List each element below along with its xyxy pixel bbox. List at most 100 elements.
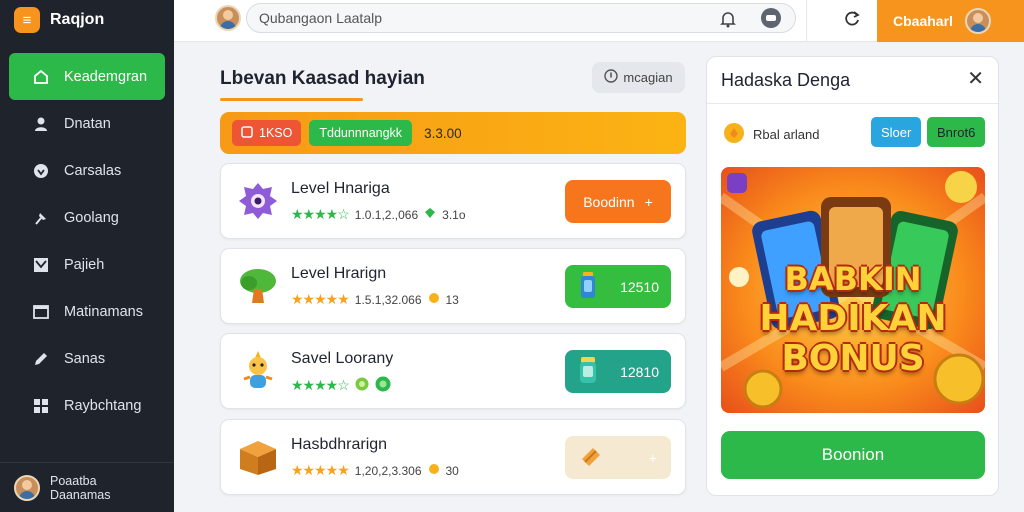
sidebar-item-keademgran[interactable]: Keademgran [9, 53, 165, 100]
topbar: Cbaaharl [174, 0, 1024, 42]
chip-label: 1KSO [259, 126, 293, 140]
category-chip[interactable]: Tddunnnangkk [309, 120, 413, 146]
rating-stars: ★★★★★ [291, 462, 350, 478]
search-bar [246, 3, 796, 33]
item-name: Hasbdhrarign [291, 436, 388, 453]
rating-stars: ★★★★★ [291, 291, 350, 307]
chat-icon[interactable] [761, 8, 781, 28]
sidebar-item-goolang[interactable]: Goolang [0, 194, 174, 241]
promo-line: HADIKAN [759, 298, 947, 339]
sidebar-item-label: Matinamans [64, 303, 143, 320]
sidebar-item-label: Raybchtang [64, 397, 142, 414]
sidebar-item-label: Keademgran [64, 68, 148, 85]
panel-title: Hadaska Denga [721, 70, 851, 90]
item-meta: ★★★★★ 1,20,2,3.306 30 [291, 462, 459, 479]
list-item[interactable]: Level Hnariga ★★★★☆ 1.0.1,2.,066 3.1o Bo… [220, 163, 686, 239]
bonus-panel: Hadaska Denga ✕ Rbal arland Sloer Bnrot6 [706, 56, 999, 496]
claim-button[interactable]: Boonion [721, 431, 985, 479]
sidebar-item-label: Pajieh [64, 256, 105, 273]
sidebar-nav: Keademgran Dnatan Carsalas Goolang Pajie… [0, 53, 174, 429]
top-action-button[interactable]: Cbaaharl [877, 0, 1024, 42]
top-action-label: Cbaaharl [893, 13, 953, 29]
item-extra: 13 [445, 292, 459, 307]
sidebar-item-label: Dnatan [64, 115, 111, 132]
card-icon [241, 125, 253, 141]
filter-button[interactable]: mcagian [592, 62, 685, 93]
action-label: 12810 [620, 363, 659, 380]
item-meta: ★★★★☆ 1.0.1,2.,066 3.1o [291, 206, 466, 223]
item-extra: 3.1o [442, 207, 466, 222]
badge-icon [375, 376, 391, 395]
item-name: Level Hnariga [291, 180, 390, 197]
brand[interactable]: ≡ Raqjon [0, 0, 174, 40]
chest-icon [235, 434, 281, 480]
home-icon [32, 68, 50, 86]
avatar [964, 8, 991, 34]
sidebar-user[interactable]: Poaatba Daanamas [0, 462, 174, 512]
status-chip[interactable]: 1KSO [232, 120, 302, 146]
sidebar-item-label: Sanas [64, 350, 106, 367]
pin-icon [32, 209, 50, 227]
promo-banner[interactable]: BABKIN HADIKAN BONUS [721, 167, 985, 413]
action-label: 12510 [620, 278, 659, 295]
slots-button[interactable]: Sloer [871, 117, 922, 147]
sidebar-item-pajieh[interactable]: Pajieh [0, 241, 174, 288]
promo-text: BABKIN HADIKAN BONUS [721, 259, 985, 379]
plus-icon: + [644, 193, 653, 210]
plus-icon: + [648, 449, 657, 466]
gift-icon [579, 445, 603, 470]
item-action-button[interactable]: Boodinn + [565, 180, 671, 223]
bonus-button[interactable]: Bnrot6 [927, 117, 986, 147]
page-title: Lbevan Kaasad hayian [220, 68, 425, 89]
badge-icon [355, 377, 369, 394]
pencil-icon [32, 350, 50, 368]
character-icon [235, 348, 281, 394]
sidebar-item-label: Carsalas [64, 162, 122, 179]
item-action-button[interactable]: 12810 [565, 350, 671, 393]
shield-icon [32, 162, 50, 180]
search-input[interactable] [259, 10, 783, 26]
avatar[interactable] [215, 5, 241, 31]
item-action-button[interactable]: + [565, 436, 671, 479]
main-content: Lbevan Kaasad hayian mcagian 1KSO Tddunn… [174, 42, 698, 512]
item-name: Level Hrarign [291, 265, 387, 282]
refresh-icon[interactable] [842, 9, 862, 34]
item-action-button[interactable]: 12510 [565, 265, 671, 308]
sidebar: ≡ Raqjon Keademgran Dnatan Carsalas Gool… [0, 0, 174, 512]
close-icon[interactable]: ✕ [967, 69, 984, 89]
rating-stars: ★★★★☆ [291, 377, 350, 393]
item-stats: 1.5.1,32.066 [354, 292, 422, 307]
app-root: ≡ Raqjon Keademgran Dnatan Carsalas Gool… [0, 0, 1024, 512]
window-icon [32, 303, 50, 321]
list-item[interactable]: Savel Loorany ★★★★☆ 12810 [220, 333, 686, 409]
grid-icon [32, 397, 50, 415]
tree-icon [235, 263, 281, 309]
sidebar-item-dnatan[interactable]: Dnatan [0, 100, 174, 147]
brand-name: Raqjon [50, 11, 105, 28]
sidebar-item-carsalas[interactable]: Carsalas [0, 147, 174, 194]
info-icon [604, 69, 619, 86]
item-name: Savel Loorany [291, 350, 394, 367]
rating-stars: ★★★★☆ [291, 206, 350, 222]
sidebar-item-matinamans[interactable]: Matinamans [0, 288, 174, 335]
summary-strip: 1KSO Tddunnnangkk 3.3.00 [220, 112, 686, 154]
gem-icon [424, 207, 436, 222]
user-icon [32, 115, 50, 133]
divider [806, 0, 807, 42]
user-name: Poaatba Daanamas [50, 473, 111, 502]
reward-icon [723, 122, 745, 147]
sidebar-item-raybchtang[interactable]: Raybchtang [0, 382, 174, 429]
item-stats: 1.0.1,2.,066 [354, 207, 419, 222]
title-underline [220, 98, 363, 101]
chip-label: Tddunnnangkk [319, 126, 403, 140]
bell-icon[interactable] [718, 9, 738, 34]
list-item[interactable]: Hasbdhrarign ★★★★★ 1,20,2,3.306 30 + [220, 419, 686, 495]
action-label: Boodinn [583, 193, 635, 210]
monster-icon [235, 178, 281, 224]
promo-line: BONUS [781, 338, 925, 379]
promo-line: BABKIN [784, 260, 922, 298]
item-meta: ★★★★★ 1.5.1,32.066 13 [291, 291, 459, 308]
sidebar-item-sanas[interactable]: Sanas [0, 335, 174, 382]
list-item[interactable]: Level Hrarign ★★★★★ 1.5.1,32.066 13 1251… [220, 248, 686, 324]
coin-icon [428, 463, 440, 478]
